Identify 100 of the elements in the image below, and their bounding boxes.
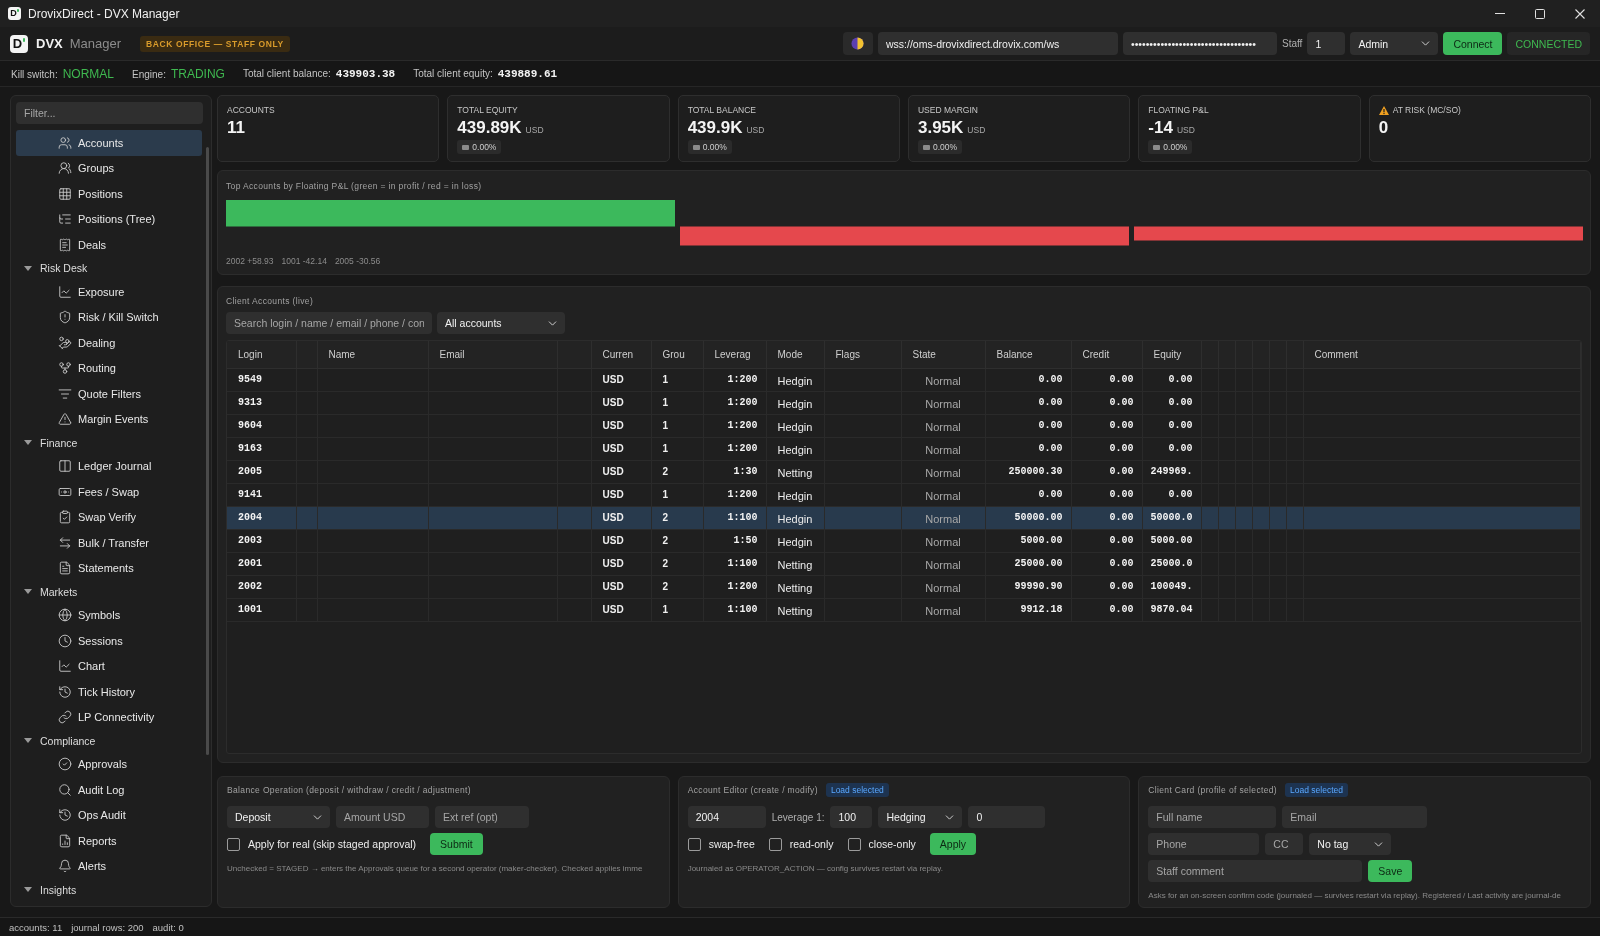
table-row[interactable]: 2001 USD 2 1:100 Netting Normal 25000.00 0.00 25000.0 (227, 552, 1581, 575)
table-cell-text: Hedgin (776, 397, 814, 410)
load-selected-button[interactable]: Load selected (1285, 783, 1348, 797)
table-cell-text: 2 (661, 535, 670, 546)
maximize-icon (1535, 8, 1545, 19)
sidebar-item[interactable]: Positions (16, 181, 202, 207)
submit-button[interactable]: Submit (430, 833, 483, 855)
mode-select[interactable]: Hedging (878, 806, 963, 828)
sidebar-item[interactable]: Audit Log (16, 777, 202, 803)
sidebar-item[interactable]: Reports (16, 828, 202, 854)
email-field[interactable]: Email (1282, 806, 1428, 828)
sidebar-group[interactable]: Insights (16, 879, 202, 901)
line-chart-icon (58, 284, 72, 299)
sidebar-group[interactable]: Risk Desk (16, 257, 202, 279)
table-row[interactable]: 9141 USD 1 1:200 Hedgin Normal 0.00 0.00 0.00 (227, 483, 1581, 506)
unit-label: USD (746, 125, 765, 135)
table-row[interactable]: 9313 USD 1 1:200 Hedgin Normal 0.00 0.00 0.00 (227, 391, 1581, 414)
sidebar-item[interactable]: Symbols (16, 602, 202, 628)
clock-icon (58, 633, 72, 648)
sidebar-item[interactable]: Routing (16, 355, 202, 381)
login-field[interactable]: 2004 (687, 806, 766, 828)
table-row[interactable]: 9163 USD 1 1:200 Hedgin Normal 0.00 0.00 0.00 (227, 437, 1581, 460)
theme-toggle-button[interactable] (843, 32, 873, 55)
table-row[interactable]: 9549 USD 1 1:200 Hedgin Normal 0.00 0.00 0.00 (227, 368, 1581, 391)
load-selected-button[interactable]: Load selected (825, 783, 889, 797)
table-row[interactable]: 2003 USD 2 1:50 Hedgin Normal 5000.00 0.00 5000.00 (227, 529, 1581, 552)
checkbox[interactable] (227, 837, 240, 851)
number-field[interactable]: 0 (968, 806, 1046, 828)
sidebar-item[interactable]: Ledger Journal (16, 453, 202, 479)
status-value: 439903.38 (335, 67, 396, 80)
status-value: NORMAL (62, 66, 115, 81)
sidebar-item[interactable]: Accounts (16, 130, 202, 156)
scrollbar-thumb[interactable] (206, 147, 209, 755)
table-cell-text: 9313 (237, 397, 263, 408)
sidebar-item[interactable]: Positions (Tree) (16, 206, 202, 232)
status-label: Engine: (132, 68, 166, 80)
sidebar-item[interactable]: Fees / Swap (16, 479, 202, 505)
sidebar-item[interactable]: Margin Events (16, 406, 202, 432)
sidebar-item[interactable]: Tick History (16, 679, 202, 705)
sidebar-item[interactable]: Groups (16, 155, 202, 181)
staff-id-field[interactable]: 1 (1307, 32, 1346, 55)
sidebar-item[interactable]: Sessions (16, 628, 202, 654)
sidebar-item[interactable]: Quote Filters (16, 381, 202, 407)
filter-field[interactable]: Filter... (16, 102, 203, 124)
table-cell-text: Netting (776, 558, 814, 571)
full-name-field[interactable]: Full name (1148, 806, 1277, 828)
leverage-field[interactable]: 100 (830, 806, 873, 828)
phone-field[interactable]: Phone (1148, 833, 1260, 855)
table-cell-text: USD (601, 512, 625, 523)
shield-icon (58, 310, 72, 325)
tag-select[interactable]: No tag (1309, 833, 1392, 855)
users-icon (58, 135, 72, 150)
sidebar-item[interactable]: Dealing (16, 330, 202, 356)
apply-button[interactable]: Apply (929, 833, 977, 855)
table-cell-text: Normal (924, 581, 962, 594)
sidebar-item[interactable]: Approvals (16, 751, 202, 777)
history-icon (58, 684, 72, 699)
sidebar-item[interactable]: Statements (16, 555, 202, 581)
country-code-field[interactable]: CC (1265, 833, 1304, 855)
search-field[interactable]: Search login / name / email / phone / con (226, 312, 432, 334)
table-cell-text: 1 (661, 374, 670, 385)
table-cell-text: 1 (661, 489, 670, 500)
table-row[interactable]: 2005 USD 2 1:30 Netting Normal 250000.30 0.00 249969. (227, 460, 1581, 483)
operation-select[interactable]: Deposit (227, 806, 330, 828)
amount-field[interactable]: Amount USD (336, 806, 429, 828)
sidebar-item[interactable]: Deals (16, 232, 202, 258)
table-cell-text: 1:200 (726, 374, 759, 385)
token-field[interactable]: •••••••••••••••••••••••••••••••••• (1123, 32, 1277, 55)
ext-ref-field[interactable]: Ext ref (opt) (435, 806, 529, 828)
server-url-field[interactable]: wss://oms-drovixdirect.drovix.com/ws (878, 32, 1118, 55)
table-row[interactable]: 2002 USD 2 1:200 Netting Normal 99990.90 0.00 100049. (227, 575, 1581, 598)
table-cell-text: 2002 (237, 581, 263, 592)
table-row[interactable]: 1001 USD 1 1:100 Netting Normal 9912.18 0.00 9870.04 (227, 598, 1581, 621)
save-button[interactable]: Save (1368, 860, 1413, 882)
sidebar-item[interactable]: LP Connectivity (16, 704, 202, 730)
checkbox-label: close-only (868, 838, 916, 850)
sidebar-group[interactable]: Compliance (16, 730, 202, 752)
sidebar-group[interactable]: Finance (16, 432, 202, 454)
sidebar-item[interactable]: Alerts (16, 853, 202, 879)
sidebar-item[interactable]: Chart (16, 653, 202, 679)
stat-label: USED MARGIN (918, 105, 978, 115)
staff-comment-field[interactable]: Staff comment (1148, 860, 1363, 882)
connect-button[interactable]: Connect (1443, 32, 1503, 55)
sidebar-item[interactable]: Ops Audit (16, 802, 202, 828)
sidebar-item[interactable]: Exposure (16, 279, 202, 305)
checkbox[interactable] (847, 837, 861, 851)
checkbox[interactable] (687, 837, 701, 851)
sidebar-item[interactable]: Bulk / Transfer (16, 530, 202, 556)
stat-value: 0 (1378, 118, 1389, 137)
table-cell-text: 1 (661, 420, 670, 431)
table-row[interactable]: 2004 USD 2 1:100 Hedgin Normal 50000.00 0.00 50000.0 (227, 506, 1581, 529)
table-row[interactable]: 9604 USD 1 1:200 Hedgin Normal 0.00 0.00 0.00 (227, 414, 1581, 437)
checkbox[interactable] (768, 837, 782, 851)
sidebar-item[interactable]: Risk / Kill Switch (16, 304, 202, 330)
account-filter-select[interactable]: All accounts (437, 312, 565, 334)
sidebar-item[interactable]: Swap Verify (16, 504, 202, 530)
sidebar-group[interactable]: Markets (16, 581, 202, 603)
table-cell-text: USD (601, 604, 625, 615)
table-cell-text: 0.00 (1037, 397, 1064, 408)
role-select[interactable]: Admin (1350, 32, 1439, 55)
